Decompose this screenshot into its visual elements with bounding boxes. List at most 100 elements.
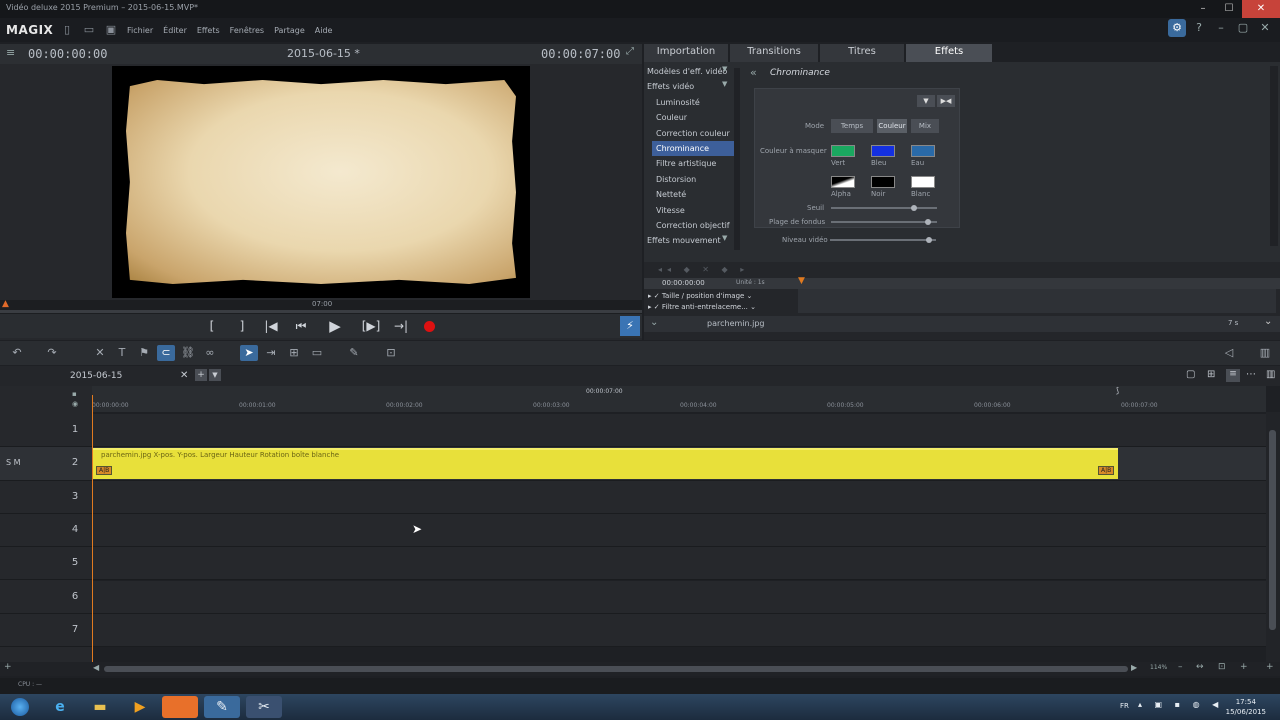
- timeline-playhead[interactable]: [92, 395, 93, 663]
- text-tool-icon[interactable]: T: [113, 345, 131, 361]
- keyframe-row-size-position[interactable]: ▸ ✓ Taille / position d'image ⌄: [648, 291, 752, 302]
- duration-dropdown-icon[interactable]: ⌄: [1264, 316, 1272, 327]
- close-button[interactable]: ✕: [1242, 0, 1280, 18]
- maximize-button[interactable]: ☐: [1216, 0, 1242, 18]
- preview-scrubber[interactable]: ▲ 07:00: [0, 299, 642, 314]
- mode-temps-button[interactable]: Temps: [831, 119, 873, 133]
- effects-list-scrollbar[interactable]: [734, 68, 740, 250]
- effect-item[interactable]: Correction couleur: [644, 126, 734, 141]
- keyframe-ruler[interactable]: 00:00:00:00 Unité : 1s ▼: [644, 276, 1280, 289]
- timeline-clip-parchemin[interactable]: parchemin.jpg X-pos. Y-pos. Largeur Haut…: [92, 448, 1118, 479]
- timeline-track[interactable]: 7: [0, 613, 1266, 648]
- effect-item[interactable]: Couleur: [644, 110, 734, 125]
- hscroll-thumb[interactable]: [104, 666, 1128, 672]
- mark-in-button[interactable]: [: [199, 317, 225, 335]
- open-folder-icon[interactable]: ▭: [81, 23, 97, 37]
- preset-dropdown-icon[interactable]: ▼: [917, 95, 935, 107]
- menu-partage[interactable]: Partage: [274, 26, 305, 35]
- swatch-noir[interactable]: [871, 176, 895, 188]
- restore-app-icon[interactable]: ▢: [1234, 19, 1252, 37]
- scroll-right-icon[interactable]: ▶: [1131, 663, 1137, 672]
- effect-item[interactable]: Netteté: [644, 187, 734, 202]
- mode-couleur-button[interactable]: Couleur: [877, 119, 907, 133]
- razor-tool-icon[interactable]: ✎: [345, 345, 363, 361]
- swatch-bleu[interactable]: [871, 145, 895, 157]
- delete-icon[interactable]: ✕: [91, 345, 109, 361]
- minimize-button[interactable]: –: [1190, 0, 1216, 18]
- track-lock-icon[interactable]: ▪: [72, 390, 77, 398]
- detail-scrollbar[interactable]: [1270, 66, 1278, 246]
- pointer-tool-icon[interactable]: ➤: [240, 345, 258, 361]
- collapse-chevron-icon[interactable]: ⌄: [650, 317, 658, 328]
- video-level-slider[interactable]: [830, 239, 936, 241]
- menu-editer[interactable]: Éditer: [163, 26, 187, 35]
- view-scene-icon[interactable]: ⋯: [1246, 369, 1256, 380]
- effect-item[interactable]: Vitesse: [644, 203, 734, 218]
- timeline-track[interactable]: 6: [0, 580, 1266, 614]
- timeline-track[interactable]: 3: [0, 480, 1266, 514]
- help-icon[interactable]: ?: [1190, 19, 1208, 37]
- magix-app-icon[interactable]: [162, 696, 198, 718]
- unlink-icon[interactable]: ∞: [201, 345, 219, 361]
- minimize-app-icon[interactable]: –: [1212, 19, 1230, 37]
- multi-select-icon[interactable]: ⊞: [285, 345, 303, 361]
- next-marker-button[interactable]: [▶]: [358, 317, 384, 335]
- internet-explorer-icon[interactable]: e: [42, 696, 78, 718]
- zoom-all-icon[interactable]: ⊡: [1218, 662, 1226, 672]
- file-explorer-icon[interactable]: ▬: [82, 696, 118, 718]
- timeline-track[interactable]: 4: [0, 513, 1266, 548]
- vscroll-thumb[interactable]: [1269, 430, 1276, 630]
- language-indicator[interactable]: FR: [1120, 702, 1129, 710]
- record-button[interactable]: [424, 321, 435, 332]
- marker-icon[interactable]: ⚑: [135, 345, 153, 361]
- preset-step-icon[interactable]: ▶◀: [937, 95, 955, 107]
- group-dropdown-icon[interactable]: ▼: [722, 65, 727, 73]
- effect-item[interactable]: Correction objectif: [644, 218, 734, 233]
- close-app-icon[interactable]: ✕: [1256, 19, 1274, 37]
- preview-video-canvas[interactable]: [112, 66, 530, 298]
- effect-item[interactable]: Filtre artistique: [644, 156, 734, 171]
- tab-effets[interactable]: Effets: [906, 44, 992, 62]
- add-tab-icon[interactable]: +: [195, 369, 207, 381]
- scrub-track[interactable]: [0, 310, 642, 313]
- zoom-in-icon[interactable]: +: [1240, 662, 1248, 672]
- undo-icon[interactable]: ↶: [8, 345, 26, 361]
- view-timeline-icon[interactable]: ≡: [1226, 369, 1240, 382]
- clip-fx-badge-start[interactable]: A|B: [96, 466, 113, 475]
- tab-dropdown-icon[interactable]: ▼: [209, 369, 221, 381]
- expand-icon[interactable]: ⤢: [626, 46, 634, 57]
- back-chevron-icon[interactable]: «: [750, 66, 757, 79]
- redo-icon[interactable]: ↷: [43, 345, 61, 361]
- timeline-vertical-scrollbar[interactable]: [1266, 412, 1280, 662]
- swatch-eau[interactable]: [911, 145, 935, 157]
- play-button[interactable]: ▶: [322, 317, 348, 335]
- keyframe-playhead-marker[interactable]: ▼: [798, 276, 805, 286]
- zoom-add-icon[interactable]: +: [4, 662, 12, 672]
- menu-fenetres[interactable]: Fenêtres: [230, 26, 264, 35]
- zoom-out-icon[interactable]: –: [1178, 662, 1183, 672]
- taskbar-clock[interactable]: 17:54 15/06/2015: [1226, 697, 1266, 717]
- threshold-slider[interactable]: [831, 207, 937, 209]
- go-to-start-button[interactable]: |◀: [258, 317, 284, 335]
- timeline-horizontal-scrollbar[interactable]: + ◀ ▶ 114% – ↔ ⊡ + +: [0, 662, 1280, 676]
- add-track-icon[interactable]: +: [1266, 662, 1274, 672]
- swatch-blanc[interactable]: [911, 176, 935, 188]
- keyframe-tools[interactable]: ◂◂ ◆ ✕ ◆ ▸: [658, 265, 749, 274]
- fade-range-knob[interactable]: [925, 219, 931, 225]
- paint-app-icon[interactable]: ✎: [204, 696, 240, 718]
- new-file-icon[interactable]: ▯: [59, 23, 75, 37]
- tab-transitions[interactable]: Transitions: [730, 44, 818, 62]
- scroll-left-icon[interactable]: ◀: [93, 663, 99, 672]
- swatch-alpha[interactable]: [831, 176, 855, 188]
- mark-out-button[interactable]: ]: [229, 317, 255, 335]
- swatch-vert[interactable]: [831, 145, 855, 157]
- view-storyboard-icon[interactable]: ⊞: [1207, 369, 1215, 380]
- close-tab-icon[interactable]: ✕: [180, 370, 188, 381]
- save-icon[interactable]: ▣: [103, 23, 119, 37]
- track-solo-mute-controls[interactable]: S M: [6, 458, 21, 467]
- trim-tool-icon[interactable]: ⇥: [262, 345, 280, 361]
- link-icon[interactable]: ⛓: [179, 345, 197, 361]
- lightning-icon[interactable]: ⚡: [620, 316, 640, 336]
- track-visibility-icon[interactable]: ◉: [72, 400, 78, 408]
- threshold-knob[interactable]: [911, 205, 917, 211]
